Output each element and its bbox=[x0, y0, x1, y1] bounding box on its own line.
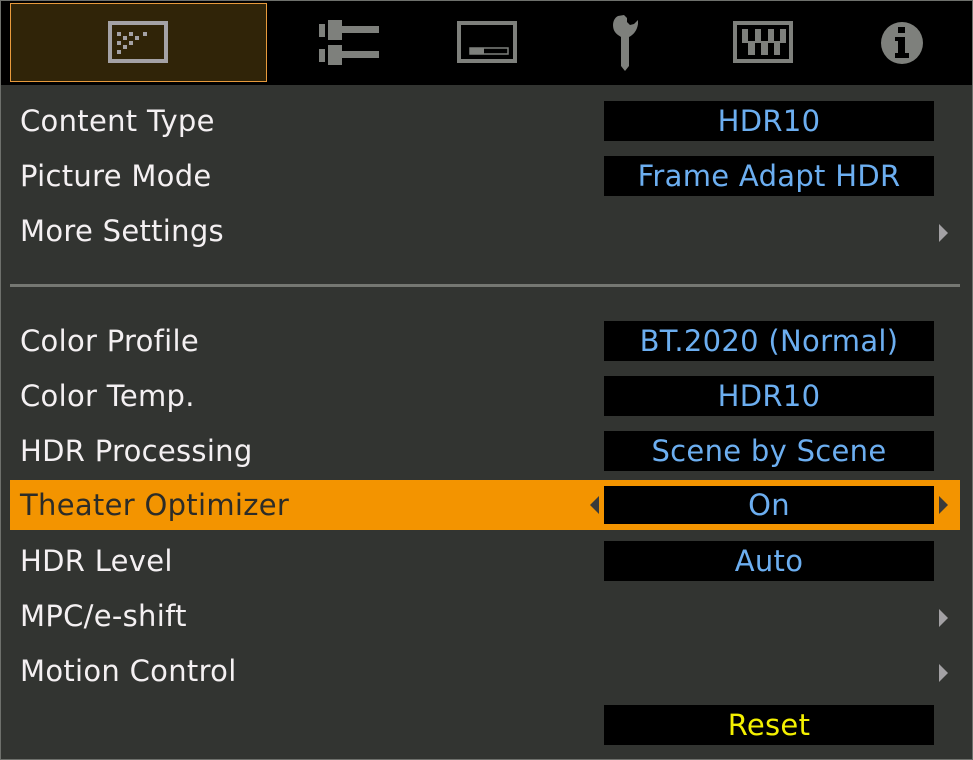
info-icon bbox=[880, 21, 923, 64]
menu-row-mpc-eshift[interactable]: MPC/e-shift bbox=[10, 591, 960, 641]
menu-label: Color Profile bbox=[20, 324, 200, 358]
value-box[interactable]: HDR10 bbox=[604, 376, 934, 416]
arrow-right-icon[interactable] bbox=[939, 496, 948, 514]
menu-label: HDR Processing bbox=[20, 434, 253, 468]
menu-row-color-profile[interactable]: Color Profile BT.2020 (Normal) bbox=[10, 316, 960, 366]
value-box[interactable]: BT.2020 (Normal) bbox=[604, 321, 934, 361]
menu-row-color-temp[interactable]: Color Temp. HDR10 bbox=[10, 371, 960, 421]
value-box[interactable]: HDR10 bbox=[604, 101, 934, 141]
menu-label: Color Temp. bbox=[20, 379, 195, 413]
value-box[interactable]: Scene by Scene bbox=[604, 431, 934, 471]
menu-row-hdr-level[interactable]: HDR Level Auto bbox=[10, 536, 960, 586]
chevron-right-icon bbox=[939, 609, 948, 627]
menu-label: HDR Level bbox=[20, 544, 173, 578]
menu-label: Motion Control bbox=[20, 654, 237, 688]
picture-icon bbox=[107, 20, 168, 63]
menu-row-more-settings[interactable]: More Settings bbox=[10, 206, 960, 256]
menu-row-content-type[interactable]: Content Type HDR10 bbox=[10, 96, 960, 146]
chevron-right-icon bbox=[939, 664, 948, 682]
tab-bar bbox=[1, 1, 972, 85]
menu-row-theater-optimizer[interactable]: Theater Optimizer On bbox=[10, 480, 960, 530]
menu-label: MPC/e-shift bbox=[20, 599, 187, 633]
menu-label: Theater Optimizer bbox=[20, 488, 290, 522]
menu-label: Content Type bbox=[20, 104, 215, 138]
menu-row-hdr-processing[interactable]: HDR Processing Scene by Scene bbox=[10, 426, 960, 476]
value-box[interactable]: Frame Adapt HDR bbox=[604, 156, 934, 196]
menu-label: More Settings bbox=[20, 214, 224, 248]
value-box[interactable]: On bbox=[604, 486, 934, 524]
menu-label: Picture Mode bbox=[20, 159, 212, 193]
value-box[interactable]: Auto bbox=[604, 541, 934, 581]
divider bbox=[10, 284, 960, 287]
arrow-left-icon[interactable] bbox=[590, 496, 599, 514]
tab-information[interactable] bbox=[773, 3, 973, 82]
chevron-right-icon bbox=[939, 224, 948, 242]
menu-row-picture-mode[interactable]: Picture Mode Frame Adapt HDR bbox=[10, 151, 960, 201]
menu-row-motion-control[interactable]: Motion Control bbox=[10, 646, 960, 696]
reset-button[interactable]: Reset bbox=[604, 705, 934, 745]
menu-row-reset: Reset bbox=[10, 700, 960, 750]
